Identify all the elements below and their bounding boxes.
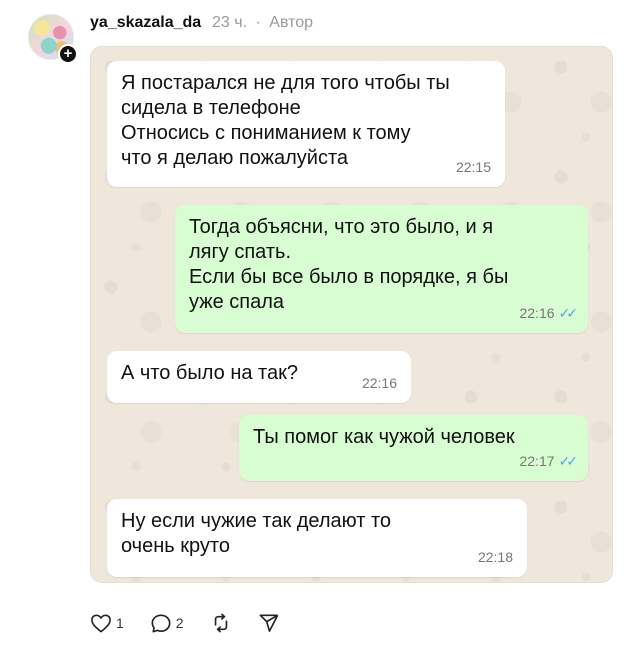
message-bubble-outgoing: Ты помог как чужой человек 22:17 ✓✓ [239,415,588,481]
message-line: очень круто [121,535,230,557]
message-time: 22:18 [477,549,513,565]
share-icon [259,614,278,632]
message-line: что я делаю пожалуйста [121,147,349,169]
read-ticks-icon: ✓✓ [558,305,579,321]
like-button[interactable]: 1 [90,613,124,633]
message-text: Ты помог как чужой человек [253,425,574,450]
message-text: Тогда объясни, что это было, и я лягу сп… [189,215,574,315]
message-time: 22:16 [519,305,555,321]
message-line: сидела в телефоне [121,97,301,119]
message-text: Я постарался не для того чтобы ты сидела… [121,71,491,171]
message-time-row: 22:17 ✓✓ [519,449,579,474]
read-ticks-icon: ✓✓ [558,453,579,469]
post-actions: 1 2 [90,612,306,634]
heart-icon [91,614,111,633]
message-line: уже спала [189,291,285,313]
comment-count: 2 [175,615,184,631]
username[interactable]: ya_skazala_da [90,14,201,32]
repost-icon [214,613,227,633]
meta-separator: · [255,14,261,31]
message-line: А что было на так? [121,362,298,384]
message-bubble-incoming: Я постарался не для того чтобы ты сидела… [107,61,505,187]
message-text: А что было на так? [121,361,397,386]
follow-plus-icon[interactable]: + [58,44,78,64]
message-line: Я постарался не для того чтобы ты [121,72,450,94]
share-button[interactable] [258,613,280,633]
message-line: Если бы все было в порядке, я бы [189,266,509,288]
message-line: лягу спать. [189,241,292,263]
message-bubble-outgoing: Тогда объясни, что это было, и я лягу сп… [175,205,588,333]
author-badge: Автор [269,14,314,31]
repost-button[interactable] [210,613,232,633]
post-meta: 23 ч. · Автор [212,14,313,32]
comment-icon [151,613,171,633]
like-count: 1 [116,615,124,631]
message-line: Тогда объясни, что это было, и я [189,216,494,238]
chat-screenshot[interactable]: Я постарался не для того чтобы ты сидела… [90,46,613,583]
message-bubble-incoming: Ну если чужие так делают то очень круто … [107,499,527,577]
comment-button[interactable]: 2 [150,613,184,634]
message-line: Ты помог как чужой человек [253,426,515,448]
post-time: 23 ч. [212,14,248,31]
message-time: 22:15 [455,159,491,175]
message-bubble-incoming: А что было на так? 22:16 [107,351,411,403]
message-line: Относись с пониманием к тому [121,122,411,144]
message-time-row: 22:16 ✓✓ [519,301,579,326]
message-text: Ну если чужие так делают то очень круто [121,509,513,559]
message-line: Ну если чужие так делают то [121,510,392,532]
message-time: 22:16 [361,375,397,391]
avatar-container[interactable]: + [28,14,78,64]
message-time: 22:17 [519,453,555,469]
